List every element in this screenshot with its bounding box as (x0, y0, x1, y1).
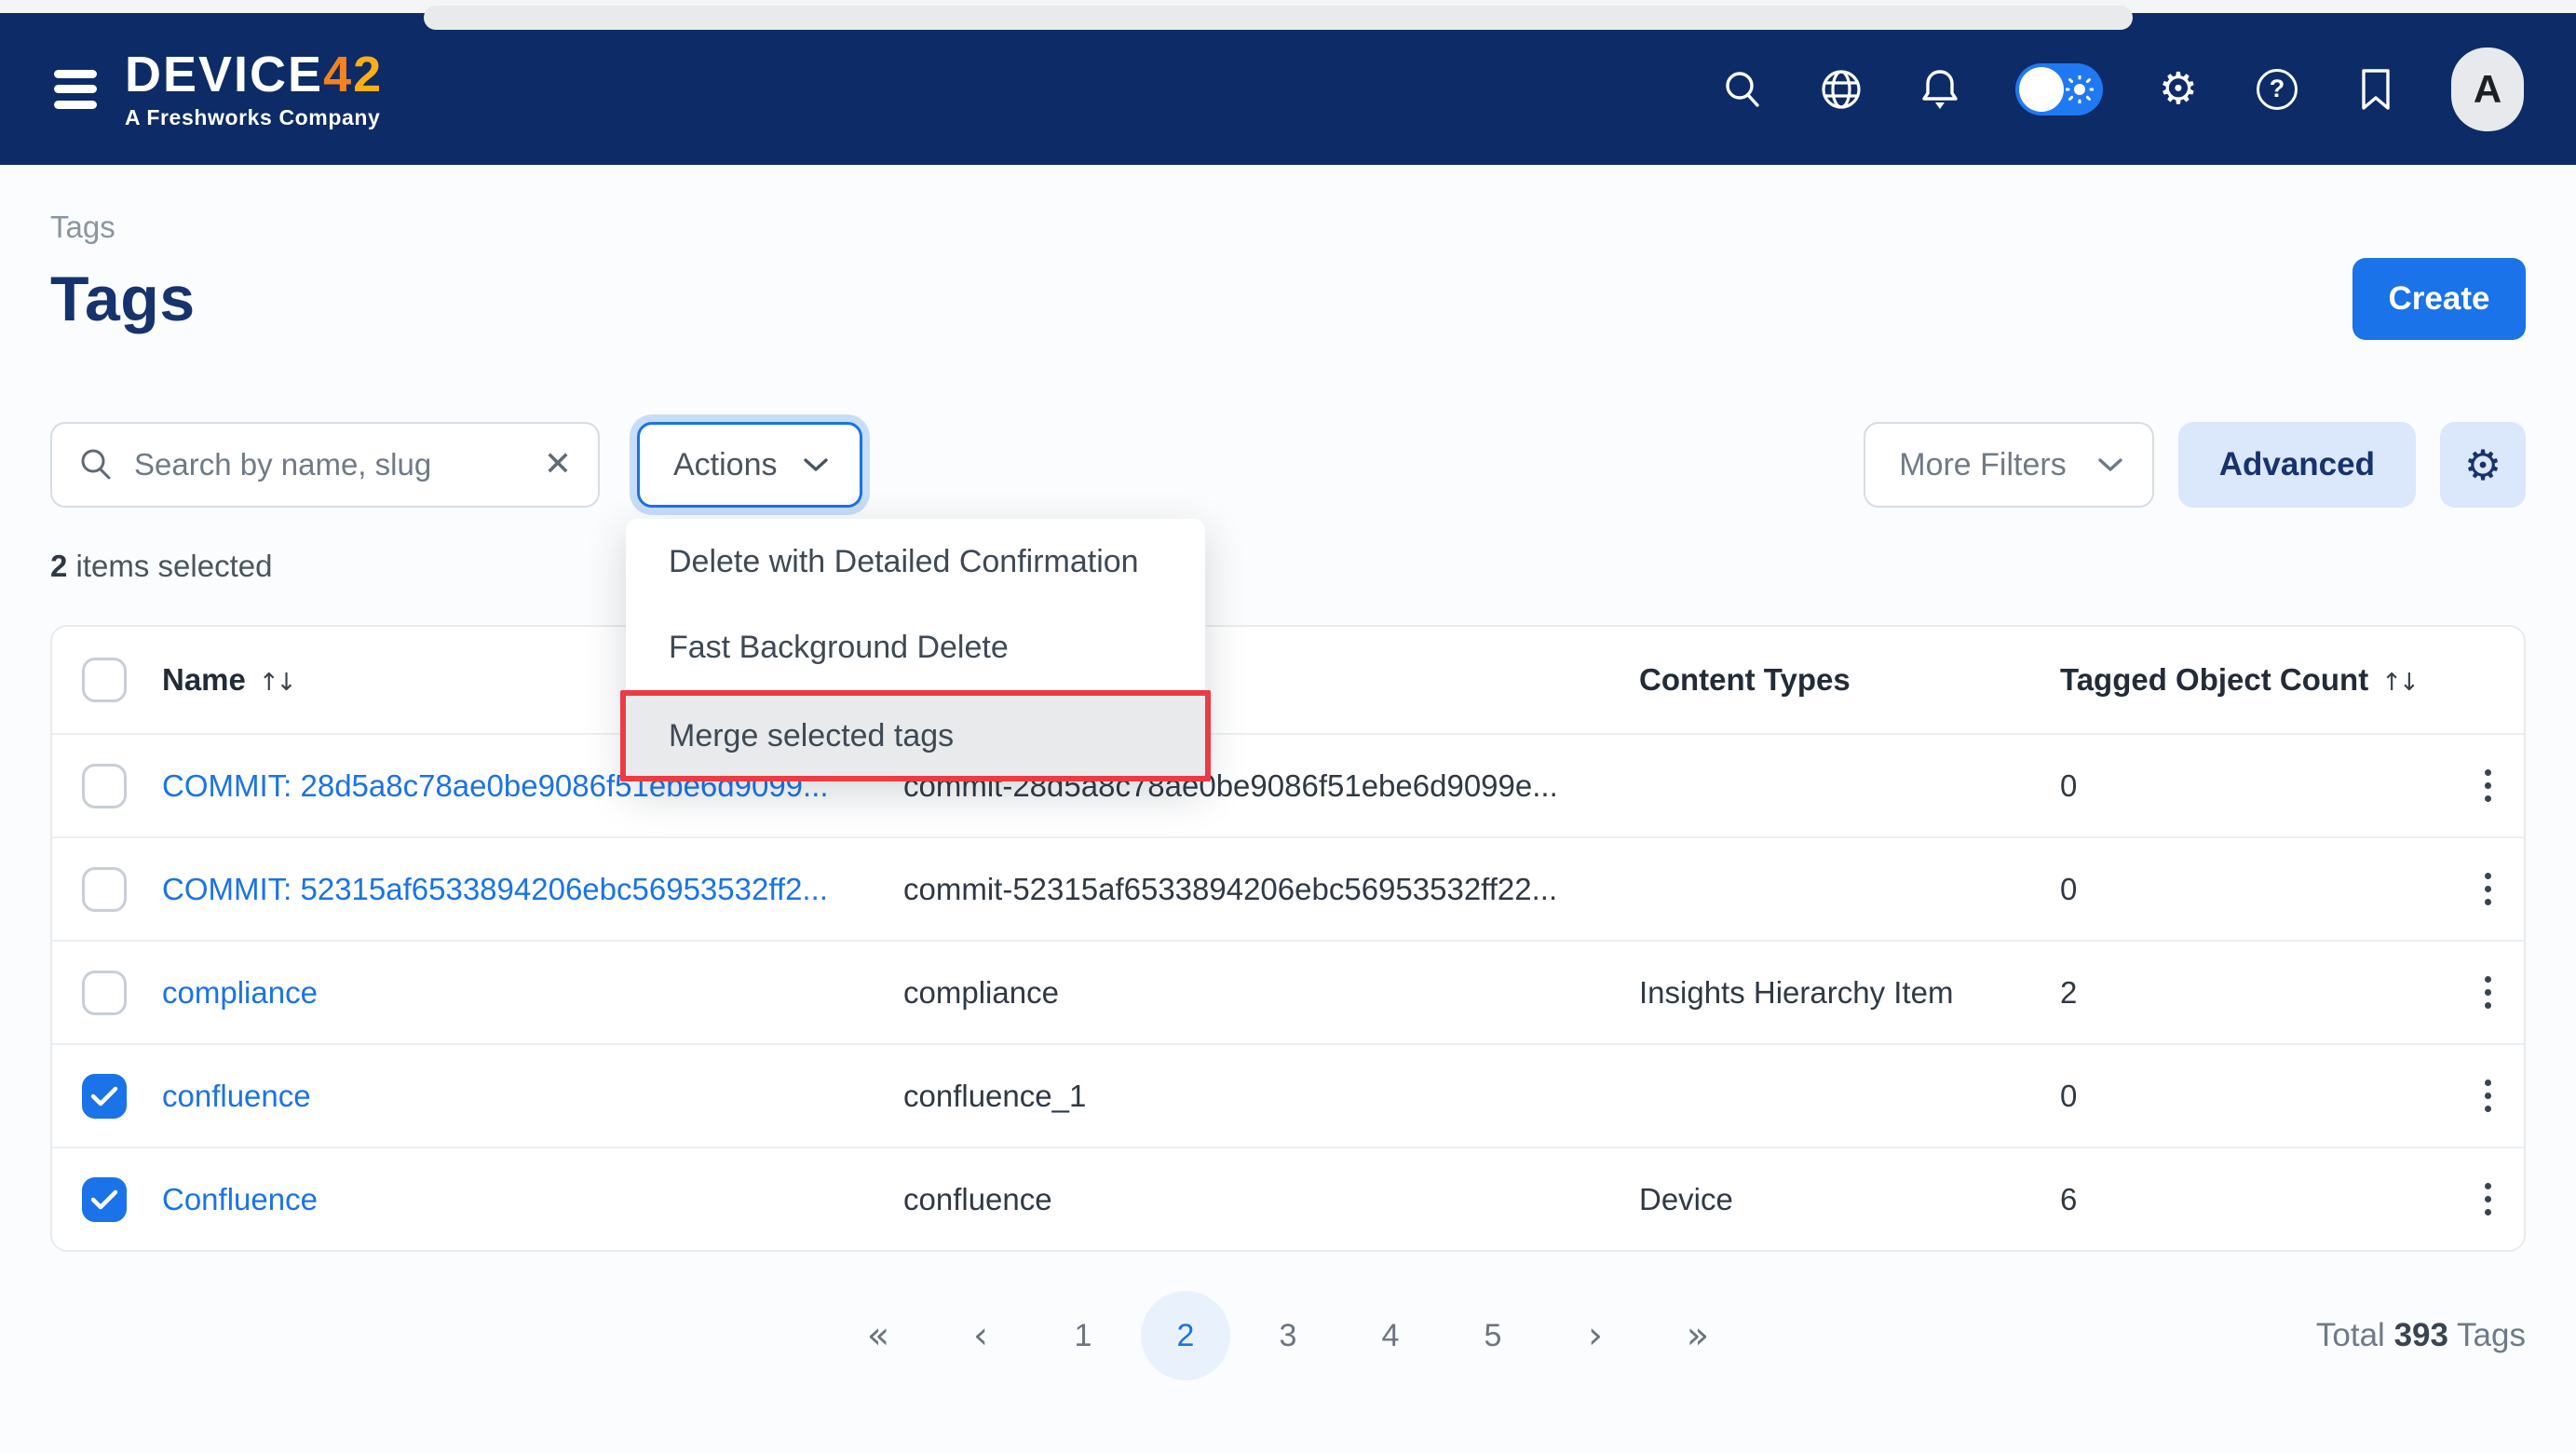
row-checkbox[interactable] (82, 971, 127, 1015)
more-filters-dropdown[interactable]: More Filters (1864, 422, 2153, 508)
page-button-1[interactable]: 1 (1032, 1291, 1134, 1380)
page-button-2-active[interactable]: 2 (1141, 1291, 1230, 1380)
create-button[interactable]: Create (2352, 258, 2526, 340)
header-tagged-object-count[interactable]: Tagged Object Count↑↓ (2060, 662, 2451, 698)
prev-page-button[interactable]: ‹ (929, 1291, 1032, 1380)
tagged-object-count: 6 (2060, 1182, 2451, 1217)
chevron-down-icon (2098, 457, 2122, 472)
sort-icon: ↑↓ (259, 669, 294, 697)
row-menu-button[interactable] (2465, 758, 2510, 814)
chevron-down-icon (804, 457, 828, 472)
table-header-row: Name↑↓ Content Types Tagged Object Count… (52, 627, 2524, 733)
device42-logo[interactable]: DEVICE42 A Freshworks Company (125, 49, 383, 129)
settings-gear-icon[interactable]: ⚙ (2155, 66, 2202, 113)
row-menu-button[interactable] (2465, 1068, 2510, 1124)
page-title: Tags (50, 263, 196, 335)
clear-search-icon[interactable]: ✕ (544, 448, 572, 482)
tag-slug: confluence (903, 1182, 1639, 1217)
logo-tagline: A Freshworks Company (125, 107, 383, 129)
help-icon[interactable]: ? (2254, 66, 2300, 113)
tag-name-link[interactable]: COMMIT: 52315af6533894206ebc56953532ff2.… (162, 872, 828, 906)
toggle-knob (2019, 67, 2064, 112)
page-button-5[interactable]: 5 (1442, 1291, 1544, 1380)
page-button-4[interactable]: 4 (1339, 1291, 1442, 1380)
search-icon[interactable] (1719, 66, 1766, 113)
menu-item-fast-background-delete[interactable]: Fast Background Delete (626, 604, 1205, 690)
menu-item-merge-selected-tags[interactable]: Merge selected tags (620, 690, 1211, 781)
tag-content-types: Insights Hierarchy Item (1639, 975, 2060, 1011)
page-button-3[interactable]: 3 (1237, 1291, 1339, 1380)
tag-content-types: Device (1639, 1182, 2060, 1217)
tag-slug: commit-52315af6533894206ebc56953532ff22.… (903, 872, 1639, 907)
browser-chrome-strip (0, 0, 2576, 13)
tag-slug: confluence_1 (903, 1079, 1639, 1114)
table-row: COMMIT: 28d5a8c78ae0be9086f51ebe6d9099..… (52, 733, 2524, 836)
first-page-button[interactable]: « (827, 1291, 929, 1380)
user-avatar[interactable]: A (2451, 48, 2524, 131)
row-checkbox[interactable] (82, 764, 127, 808)
browser-address-bar-sliver (424, 6, 2133, 30)
hamburger-menu-icon[interactable] (54, 70, 97, 109)
tag-name-link[interactable]: compliance (162, 975, 318, 1010)
menu-item-delete-detailed[interactable]: Delete with Detailed Confirmation (626, 519, 1205, 604)
tagged-object-count: 2 (2060, 975, 2451, 1011)
row-checkbox[interactable] (82, 1177, 127, 1222)
select-all-checkbox[interactable] (82, 658, 127, 702)
search-box[interactable]: ✕ (50, 422, 600, 508)
selection-count: 2 items selected (50, 549, 2526, 584)
gear-icon: ⚙ (2464, 444, 2501, 486)
last-page-button[interactable]: » (1647, 1291, 1749, 1380)
sort-icon: ↑↓ (2381, 669, 2417, 697)
tag-name-link[interactable]: Confluence (162, 1182, 318, 1216)
header-content-types[interactable]: Content Types (1639, 662, 2060, 698)
next-page-button[interactable]: › (1544, 1291, 1647, 1380)
advanced-button[interactable]: Advanced (2178, 422, 2416, 508)
tagged-object-count: 0 (2060, 1079, 2451, 1114)
row-checkbox[interactable] (82, 1074, 127, 1119)
tag-name-link[interactable]: confluence (162, 1079, 311, 1113)
search-input[interactable] (134, 447, 523, 482)
total-count: Total 393 Tags (2316, 1317, 2526, 1354)
tag-slug: compliance (903, 975, 1639, 1011)
table-row: compliance compliance Insights Hierarchy… (52, 940, 2524, 1043)
bookmark-icon[interactable] (2352, 66, 2399, 113)
table-row: Confluence confluence Device 6 (52, 1147, 2524, 1250)
notifications-bell-icon[interactable] (1917, 66, 1963, 113)
row-checkbox[interactable] (82, 867, 127, 912)
table-settings-button[interactable]: ⚙ (2440, 422, 2526, 508)
actions-dropdown-button[interactable]: Actions (637, 422, 862, 508)
table-row: COMMIT: 52315af6533894206ebc56953532ff2.… (52, 836, 2524, 940)
row-menu-button[interactable] (2465, 1172, 2510, 1228)
actions-menu: Delete with Detailed Confirmation Fast B… (626, 519, 1205, 781)
search-icon (78, 447, 114, 482)
row-menu-button[interactable] (2465, 862, 2510, 917)
theme-toggle[interactable] (2015, 63, 2103, 115)
breadcrumb[interactable]: Tags (50, 210, 2526, 245)
globe-icon[interactable] (1818, 66, 1864, 113)
pagination: « ‹ 1 2 3 4 5 › » Total 393 Tags (50, 1291, 2526, 1380)
logo-wordmark: DEVICE42 (125, 49, 383, 100)
tags-table: Name↑↓ Content Types Tagged Object Count… (50, 625, 2526, 1252)
top-navbar: DEVICE42 A Freshworks Company (0, 13, 2576, 165)
tagged-object-count: 0 (2060, 872, 2451, 907)
toolbar: ✕ Actions Delete with Detailed Confirmat… (50, 422, 2526, 508)
row-menu-button[interactable] (2465, 965, 2510, 1021)
table-row: confluence confluence_1 0 (52, 1043, 2524, 1147)
sun-icon (2066, 75, 2094, 108)
tagged-object-count: 0 (2060, 768, 2451, 804)
